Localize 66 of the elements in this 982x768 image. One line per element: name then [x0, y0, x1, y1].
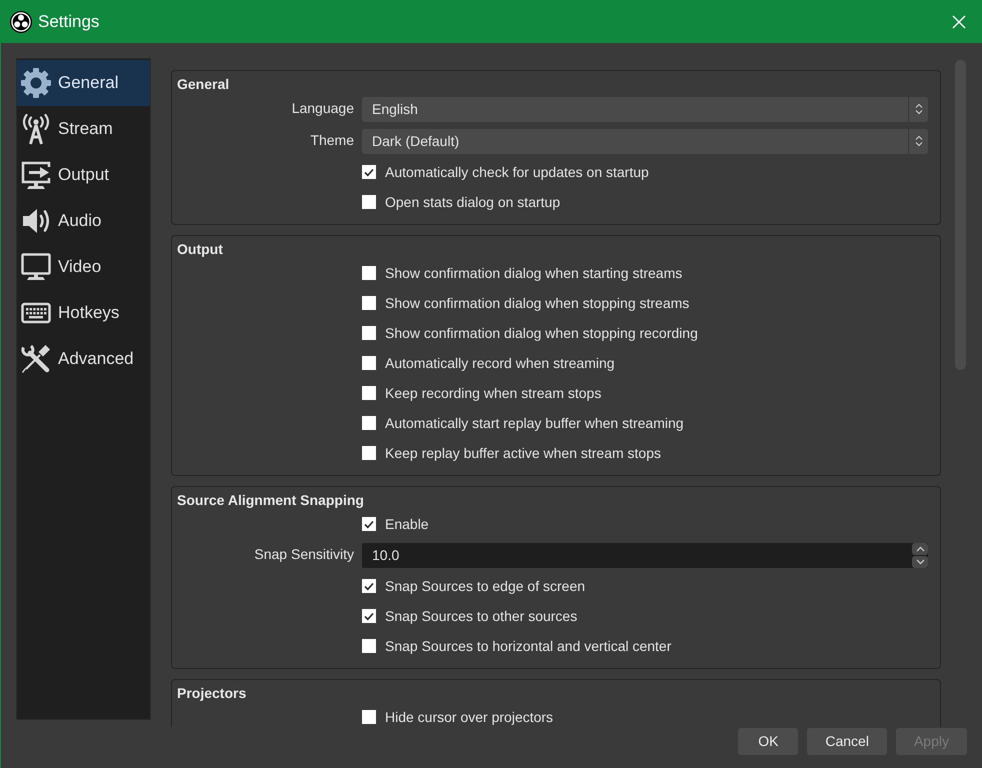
checkbox[interactable]	[362, 609, 376, 623]
checkbox[interactable]	[362, 710, 376, 724]
sidebar-item[interactable]: Video	[17, 244, 150, 290]
number-field[interactable]: 10.0	[362, 542, 928, 568]
checkbox-label[interactable]: Hide cursor over projectors	[385, 709, 554, 725]
checkbox-label[interactable]: Open stats dialog on startup	[385, 194, 560, 210]
window-title: Settings	[38, 10, 100, 32]
sidebar-item[interactable]: Stream	[17, 106, 150, 152]
checkbox[interactable]	[362, 446, 376, 460]
group-title: Projectors	[177, 684, 246, 702]
dialog-button[interactable]: OK	[738, 728, 798, 755]
checkbox-label[interactable]: Snap Sources to horizontal and vertical center	[385, 638, 672, 654]
checkbox[interactable]	[362, 639, 376, 653]
group-title: General	[177, 75, 230, 93]
chevron-up-icon	[916, 546, 924, 552]
checkbox[interactable]	[362, 517, 376, 531]
checkbox-label[interactable]: Automatically check for updates on startup	[385, 164, 649, 180]
checkbox[interactable]	[362, 296, 376, 310]
checkbox[interactable]	[362, 266, 376, 280]
checkmark-icon	[364, 520, 374, 528]
chevron-up-down-icon	[914, 135, 922, 147]
group-title: Source Alignment Snapping	[177, 491, 364, 509]
checkmark-icon	[364, 168, 374, 176]
sidebar-item[interactable]: General	[17, 60, 150, 106]
checkbox-label[interactable]: Automatically record when streaming	[385, 355, 615, 371]
gear-icon	[20, 67, 52, 99]
field-label: Language	[292, 100, 354, 116]
checkmark-icon	[364, 612, 374, 620]
close-icon	[952, 14, 966, 28]
dropdown[interactable]: English	[362, 96, 928, 122]
field-label: Snap Sensitivity	[254, 546, 354, 562]
checkbox-label[interactable]: Snap Sources to other sources	[385, 608, 578, 624]
checkbox[interactable]	[362, 195, 376, 209]
checkbox[interactable]	[362, 416, 376, 430]
dropdown[interactable]: Dark (Default)	[362, 128, 928, 154]
sidebar-item[interactable]: Hotkeys	[17, 290, 150, 336]
antenna-icon	[20, 113, 52, 145]
checkbox[interactable]	[362, 356, 376, 370]
checkbox[interactable]	[362, 579, 376, 593]
group-title: Output	[177, 240, 223, 258]
close-button[interactable]	[950, 12, 968, 30]
checkbox-label[interactable]: Keep replay buffer active when stream stops	[385, 445, 662, 461]
checkbox[interactable]	[362, 386, 376, 400]
spin-down-button[interactable]	[912, 556, 928, 568]
field-label: Theme	[310, 132, 354, 148]
sidebar-item[interactable]: Audio	[17, 198, 150, 244]
chevron-down-icon	[916, 558, 924, 564]
spin-up-button[interactable]	[912, 542, 928, 554]
checkbox-label[interactable]: Automatically start replay buffer when streaming	[385, 415, 684, 431]
checkbox-label[interactable]: Show confirmation dialog when starting streams	[385, 265, 682, 281]
checkbox-label[interactable]: Snap Sources to edge of screen	[385, 578, 586, 594]
dialog-button[interactable]: Cancel	[807, 728, 887, 755]
sidebar-item[interactable]: Output	[17, 152, 150, 198]
sidebar-item[interactable]: Advanced	[17, 336, 150, 382]
checkbox-label[interactable]: Keep recording when stream stops	[385, 385, 602, 401]
logo-icon	[10, 10, 32, 32]
checkbox[interactable]	[362, 326, 376, 340]
checkbox-label[interactable]: Show confirmation dialog when stopping recording	[385, 325, 698, 341]
monitor-icon	[20, 251, 52, 283]
checkmark-icon	[364, 582, 374, 590]
wrench-screwdriver-icon	[20, 343, 52, 375]
monitor-arrow-icon	[20, 159, 52, 191]
checkbox-label[interactable]: Enable	[385, 516, 429, 532]
chevron-up-down-icon	[914, 103, 922, 115]
checkbox-label[interactable]: Show confirmation dialog when stopping streams	[385, 295, 690, 311]
checkbox[interactable]	[362, 165, 376, 179]
